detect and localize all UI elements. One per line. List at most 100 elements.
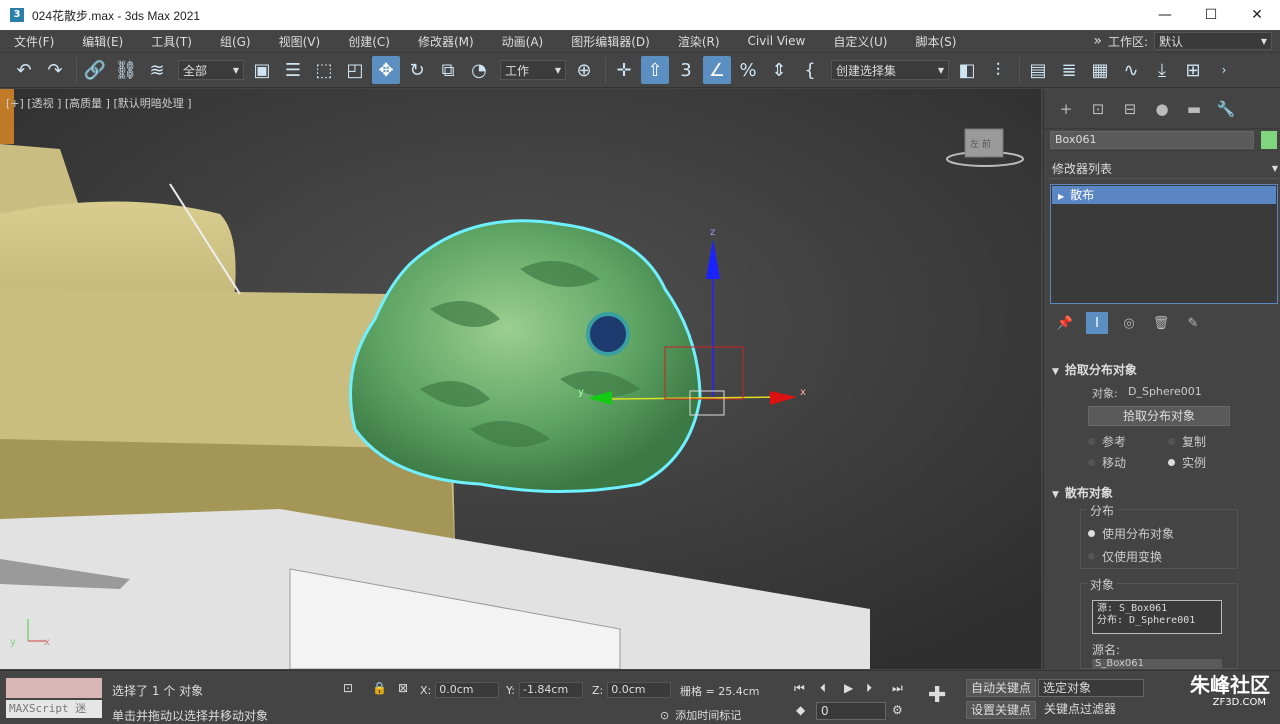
perspective-viewport[interactable]: z x y y x 左 前 [+] [透视 ] [高质量 ] [默认明暗处理 ] <box>0 89 1041 669</box>
workspace-select[interactable]: 默认 ▼ <box>1154 32 1272 50</box>
menu-tools[interactable]: 工具(T) <box>137 33 206 50</box>
previous-frame-icon[interactable]: ⏴ <box>820 681 826 696</box>
minimize-button[interactable]: — <box>1142 0 1188 30</box>
coord-x-field[interactable]: 0.0cm <box>435 682 500 698</box>
objects-list[interactable]: 源: S_Box061 分布: D_Sphere001 <box>1092 600 1222 634</box>
pick-rollout-header[interactable]: ▼ 拾取分布对象 <box>1052 361 1272 378</box>
radio-reference[interactable]: 参考 <box>1088 433 1126 450</box>
key-filters-button[interactable]: 关键点过滤器 <box>1040 701 1120 719</box>
menu-file[interactable]: 文件(F) <box>0 33 68 50</box>
layer-explorer-icon[interactable]: ≣ <box>1055 56 1083 84</box>
menu-rendering[interactable]: 渲染(R) <box>664 33 734 50</box>
material-editor-icon[interactable]: ⊞ <box>1179 56 1207 84</box>
go-to-start-icon[interactable]: ⏮ <box>794 681 805 696</box>
menu-animation[interactable]: 动画(A) <box>488 33 558 50</box>
toolbar-overflow-icon[interactable]: › <box>1210 56 1238 84</box>
set-key-mode-button[interactable]: 设置关键点 <box>966 701 1037 719</box>
pick-distribution-button[interactable]: 拾取分布对象 <box>1088 406 1230 426</box>
make-unique-icon[interactable]: ◎ <box>1118 312 1140 334</box>
snap-toggle-icon[interactable]: 3 <box>672 56 700 84</box>
edit-named-selection-icon[interactable]: { <box>796 56 824 84</box>
move-gizmo-center[interactable] <box>586 312 630 356</box>
spinner-snap-icon[interactable]: ⇕ <box>765 56 793 84</box>
close-button[interactable]: ✕ <box>1234 0 1280 30</box>
menu-overflow-icon[interactable]: » <box>1093 33 1102 49</box>
percent-snap-icon[interactable]: % <box>734 56 762 84</box>
rect-selection-icon[interactable]: ⬚ <box>310 56 338 84</box>
select-by-name-icon[interactable]: ☰ <box>279 56 307 84</box>
scene-explorer-icon[interactable]: ▤ <box>1024 56 1052 84</box>
menu-edit[interactable]: 编辑(E) <box>68 33 137 50</box>
viewport-label[interactable]: [+] [透视 ] [高质量 ] [默认明暗处理 ] <box>6 95 192 111</box>
motion-tab-icon[interactable]: ● <box>1150 97 1174 121</box>
radio-use-distribution[interactable]: 使用分布对象 <box>1088 525 1174 542</box>
maxscript-mini-listener[interactable]: MAXScript 迷 <box>6 700 102 718</box>
next-frame-icon[interactable]: ⏵ <box>866 681 872 696</box>
radio-copy[interactable]: 复制 <box>1168 433 1206 450</box>
selection-filter-dropdown[interactable]: 全部 ▼ <box>178 60 244 80</box>
menu-civil-view[interactable]: Civil View <box>734 34 820 48</box>
create-tab-icon[interactable]: + <box>1054 97 1078 121</box>
object-name-field[interactable]: Box061 <box>1050 131 1254 149</box>
radio-instance[interactable]: 实例 <box>1168 454 1206 471</box>
reference-coord-dropdown[interactable]: 工作 ▼ <box>500 60 566 80</box>
link-icon[interactable]: 🔗 <box>81 56 109 84</box>
menu-modifiers[interactable]: 修改器(M) <box>404 33 488 50</box>
select-rotate-icon[interactable]: ↻ <box>403 56 431 84</box>
configure-sets-icon[interactable]: ✎ <box>1182 312 1204 334</box>
display-tab-icon[interactable]: ▬ <box>1182 97 1206 121</box>
window-crossing-icon[interactable]: ◰ <box>341 56 369 84</box>
radio-transform-only[interactable]: 仅使用变换 <box>1088 548 1162 565</box>
time-config-icon[interactable]: ⚙ <box>892 703 903 717</box>
align-icon[interactable]: ⫶ <box>984 56 1012 84</box>
ribbon-icon[interactable]: ▦ <box>1086 56 1114 84</box>
menu-customize[interactable]: 自定义(U) <box>819 33 901 50</box>
remove-modifier-icon[interactable]: 🗑 <box>1150 312 1172 334</box>
maxscript-listener[interactable] <box>6 678 102 698</box>
coord-z-field[interactable]: 0.0cm <box>607 682 672 698</box>
expand-triangle-icon[interactable]: ▶ <box>1058 192 1064 201</box>
curve-editor-icon[interactable]: ∿ <box>1117 56 1145 84</box>
utilities-tab-icon[interactable]: 🔧 <box>1214 97 1238 121</box>
maximize-button[interactable]: ☐ <box>1188 0 1234 30</box>
menu-views[interactable]: 视图(V) <box>265 33 335 50</box>
current-frame-field[interactable]: 0 <box>816 702 886 720</box>
bind-spacewarp-icon[interactable]: ≋ <box>143 56 171 84</box>
hierarchy-tab-icon[interactable]: ⊟ <box>1118 97 1142 121</box>
isolate-selection-icon[interactable]: ⊡ <box>343 681 353 695</box>
go-to-end-icon[interactable]: ⏭ <box>892 681 903 696</box>
scatter-rollout-header[interactable]: ▼ 散布对象 <box>1052 484 1272 501</box>
mirror-icon[interactable]: ◧ <box>953 56 981 84</box>
pivot-center-icon[interactable]: ⊕ <box>570 56 598 84</box>
show-end-result-icon[interactable]: Ⅰ <box>1086 312 1108 334</box>
select-move-icon[interactable]: ✥ <box>372 56 400 84</box>
select-scale-icon[interactable]: ⧉ <box>434 56 462 84</box>
menu-graph-editors[interactable]: 图形编辑器(D) <box>557 33 664 50</box>
selection-lock-icon[interactable]: 🔒 <box>372 681 387 695</box>
pin-stack-icon[interactable]: 📌 <box>1054 312 1076 334</box>
play-icon[interactable]: ▶ <box>844 681 853 695</box>
modifier-stack[interactable]: ▶ 散布 <box>1050 184 1278 304</box>
redo-icon[interactable]: ↷ <box>41 56 69 84</box>
absolute-mode-icon[interactable]: ⊠ <box>398 681 408 695</box>
objects-list-item-distribution[interactable]: 分布: D_Sphere001 <box>1097 615 1217 627</box>
angle-snap-icon[interactable]: ∠ <box>703 56 731 84</box>
menu-create[interactable]: 创建(C) <box>334 33 404 50</box>
undo-icon[interactable]: ↶ <box>10 56 38 84</box>
radio-move[interactable]: 移动 <box>1088 454 1126 471</box>
auto-key-button[interactable]: 自动关键点 <box>966 679 1037 697</box>
add-time-tag[interactable]: ⊙ 添加时间标记 <box>660 707 741 723</box>
keyboard-shortcut-icon[interactable]: ⇧ <box>641 56 669 84</box>
source-name-field[interactable]: S_Box061 <box>1092 659 1222 669</box>
stack-item[interactable]: ▶ 散布 <box>1052 186 1276 204</box>
named-selection-dropdown[interactable]: 创建选择集 ▼ <box>831 60 949 80</box>
key-mode-icon[interactable]: ◆ <box>796 703 805 717</box>
coord-y-field[interactable]: -1.84cm <box>518 682 583 698</box>
select-manipulate-icon[interactable]: ✛ <box>610 56 638 84</box>
select-place-icon[interactable]: ◔ <box>465 56 493 84</box>
objects-list-item-source[interactable]: 源: S_Box061 <box>1097 603 1217 615</box>
unlink-icon[interactable]: ⛓ <box>112 56 140 84</box>
object-color-swatch[interactable] <box>1261 131 1277 149</box>
selected-objects-dropdown[interactable]: 选定对象 <box>1038 679 1144 697</box>
modify-tab-icon[interactable]: ⊡ <box>1086 97 1110 121</box>
